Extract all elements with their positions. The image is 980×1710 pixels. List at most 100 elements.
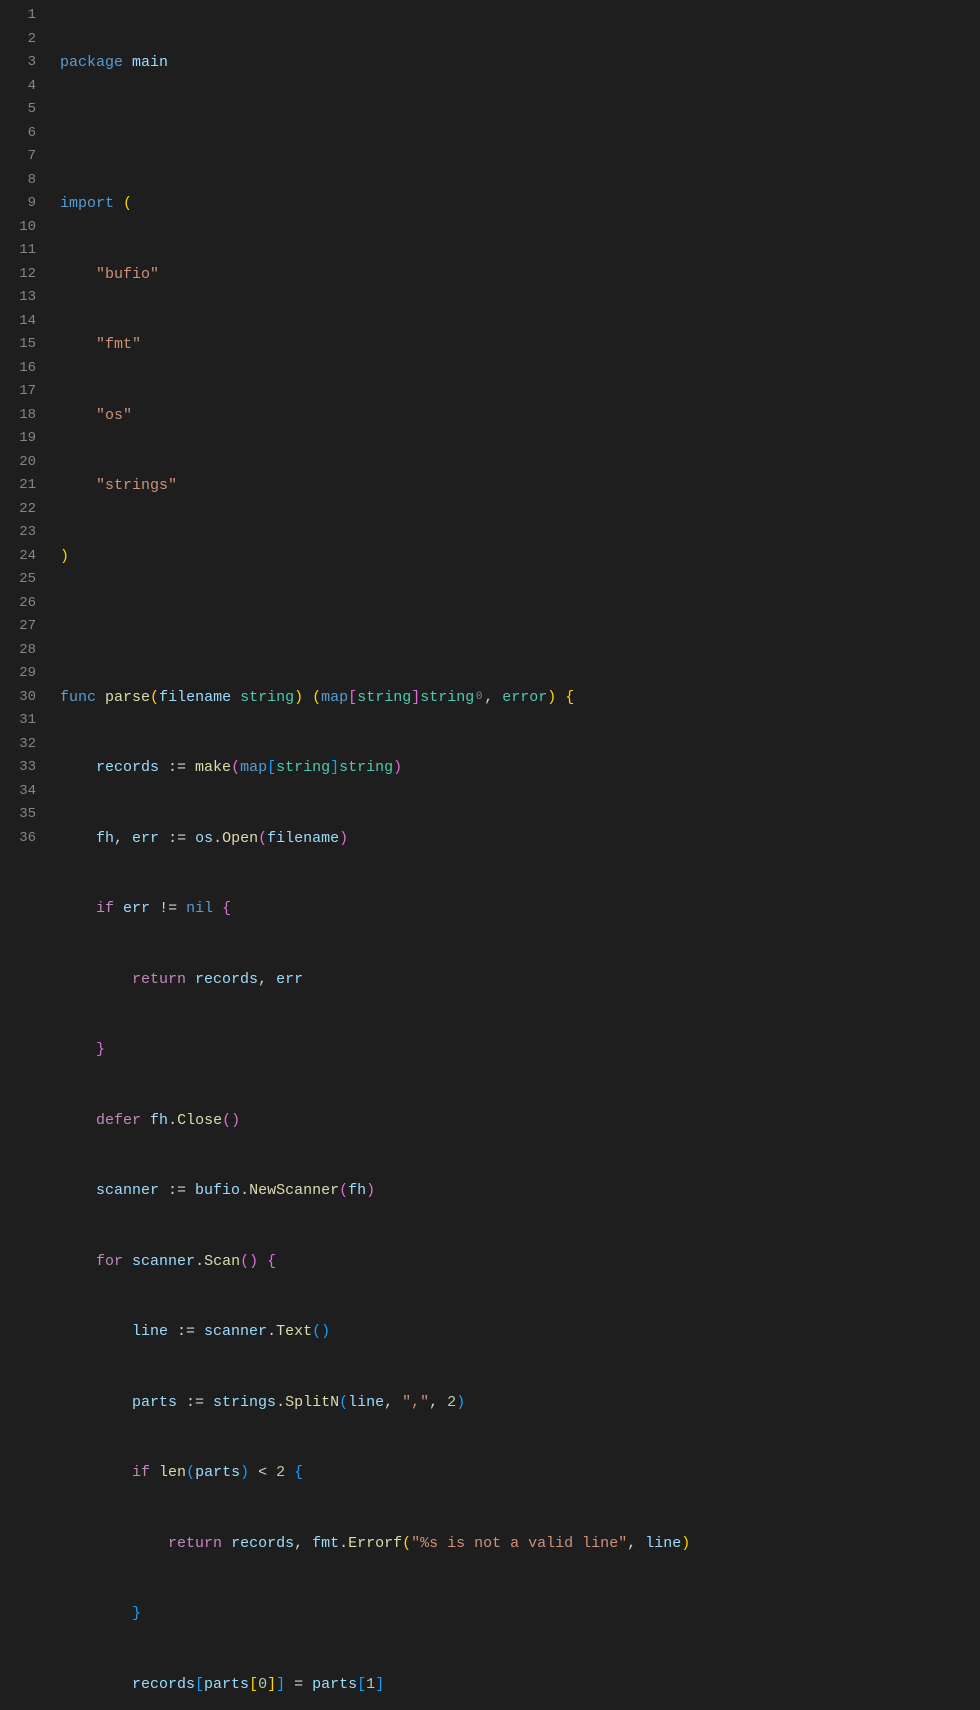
line-number: 8: [0, 169, 36, 193]
code-line[interactable]: "strings": [60, 474, 690, 498]
line-number: 35: [0, 803, 36, 827]
ident: err: [123, 900, 150, 917]
func-call: Scan: [204, 1253, 240, 1270]
func-call: SplitN: [285, 1394, 339, 1411]
code-line[interactable]: line := scanner.Text(): [60, 1320, 690, 1344]
ident: scanner: [204, 1323, 267, 1340]
func-call: Close: [177, 1112, 222, 1129]
ident: records: [231, 1535, 294, 1552]
code-line[interactable]: scanner := bufio.NewScanner(fh): [60, 1179, 690, 1203]
code-area[interactable]: package main import ( "bufio" "fmt" "os"…: [50, 0, 690, 855]
line-number: 19: [0, 427, 36, 451]
code-line[interactable]: [60, 122, 690, 146]
line-number: 15: [0, 333, 36, 357]
ident: parts: [312, 1676, 357, 1693]
line-number: 9: [0, 192, 36, 216]
line-number: 29: [0, 662, 36, 686]
code-line[interactable]: [60, 615, 690, 639]
module: strings: [213, 1394, 276, 1411]
line-number: 30: [0, 686, 36, 710]
line-number: 2: [0, 28, 36, 52]
code-line[interactable]: }: [60, 1038, 690, 1062]
line-number: 10: [0, 216, 36, 240]
code-line[interactable]: }: [60, 1602, 690, 1626]
string: "%s is not a valid line": [411, 1535, 627, 1552]
func-call: make: [195, 759, 231, 776]
ident: line: [348, 1394, 384, 1411]
line-number: 18: [0, 404, 36, 428]
keyword-map: map: [321, 689, 348, 706]
code-line[interactable]: for scanner.Scan() {: [60, 1250, 690, 1274]
code-line[interactable]: parts := strings.SplitN(line, ",", 2): [60, 1391, 690, 1415]
line-number: 1: [0, 4, 36, 28]
code-line[interactable]: return records, fmt.Errorf("%s is not a …: [60, 1532, 690, 1556]
ident: scanner: [96, 1182, 159, 1199]
param: filename: [159, 689, 231, 706]
func-name: parse: [105, 689, 150, 706]
ident: scanner: [132, 1253, 195, 1270]
codelens-badge[interactable]: 0: [474, 686, 484, 710]
line-number: 23: [0, 521, 36, 545]
func-call: Open: [222, 830, 258, 847]
code-line[interactable]: "bufio": [60, 263, 690, 287]
line-number: 36: [0, 827, 36, 851]
func-call: len: [159, 1464, 186, 1481]
code-line[interactable]: records[parts[0]] = parts[1]: [60, 1673, 690, 1697]
code-line[interactable]: defer fh.Close(): [60, 1109, 690, 1133]
func-call: Text: [276, 1323, 312, 1340]
ident: fh: [96, 830, 114, 847]
line-number: 5: [0, 98, 36, 122]
ident: fh: [348, 1182, 366, 1199]
ident: err: [276, 971, 303, 988]
const-nil: nil: [186, 900, 213, 917]
keyword-for: for: [96, 1253, 123, 1270]
module: os: [195, 830, 213, 847]
code-line[interactable]: package main: [60, 51, 690, 75]
code-line[interactable]: import (: [60, 192, 690, 216]
code-line[interactable]: records := make(map[string]string): [60, 756, 690, 780]
keyword-package: package: [60, 54, 123, 71]
ident: filename: [267, 830, 339, 847]
type: error: [502, 689, 547, 706]
line-number: 17: [0, 380, 36, 404]
ident: main: [132, 54, 168, 71]
ident: fh: [150, 1112, 168, 1129]
code-line[interactable]: ): [60, 545, 690, 569]
type: string: [276, 759, 330, 776]
func-call: Errorf: [348, 1535, 402, 1552]
line-number: 7: [0, 145, 36, 169]
keyword-func: func: [60, 689, 96, 706]
line-number: 32: [0, 733, 36, 757]
line-number: 20: [0, 451, 36, 475]
keyword-map: map: [240, 759, 267, 776]
line-number: 34: [0, 780, 36, 804]
type: string: [357, 689, 411, 706]
ident: records: [195, 971, 258, 988]
code-line[interactable]: fh, err := os.Open(filename): [60, 827, 690, 851]
code-editor[interactable]: 1234567891011121314151617181920212223242…: [0, 0, 980, 855]
line-number: 3: [0, 51, 36, 75]
string: ",": [402, 1394, 429, 1411]
ident: err: [132, 830, 159, 847]
line-number: 13: [0, 286, 36, 310]
ident: line: [132, 1323, 168, 1340]
line-number: 33: [0, 756, 36, 780]
number: 2: [447, 1394, 456, 1411]
module: bufio: [195, 1182, 240, 1199]
code-line[interactable]: "os": [60, 404, 690, 428]
line-number: 31: [0, 709, 36, 733]
code-line[interactable]: if len(parts) < 2 {: [60, 1461, 690, 1485]
ident: parts: [195, 1464, 240, 1481]
number: 1: [366, 1676, 375, 1693]
func-call: NewScanner: [249, 1182, 339, 1199]
keyword-defer: defer: [96, 1112, 141, 1129]
code-line[interactable]: if err != nil {: [60, 897, 690, 921]
line-number: 12: [0, 263, 36, 287]
keyword-if: if: [132, 1464, 150, 1481]
line-number: 4: [0, 75, 36, 99]
code-line[interactable]: return records, err: [60, 968, 690, 992]
code-line[interactable]: func parse(filename string) (map[string]…: [60, 686, 690, 710]
type: string: [420, 689, 474, 706]
code-line[interactable]: "fmt": [60, 333, 690, 357]
string: "os": [96, 407, 132, 424]
